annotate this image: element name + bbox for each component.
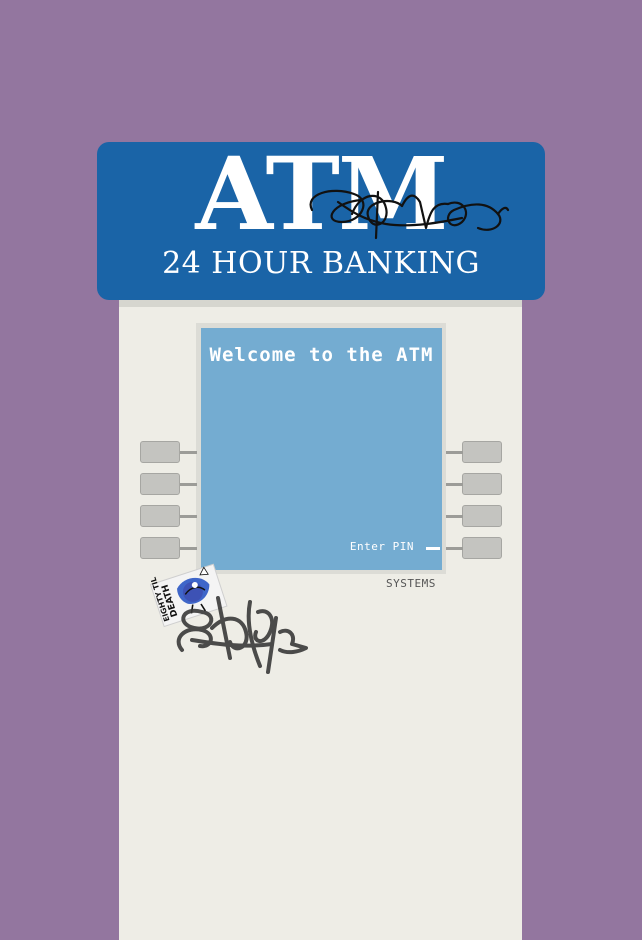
left-key-2[interactable]: [140, 473, 180, 495]
right-key-1[interactable]: [462, 441, 502, 463]
right-key-1-lead: [446, 451, 463, 454]
sign-shelf: [119, 300, 522, 307]
left-key-2-lead: [180, 483, 197, 486]
welcome-message: Welcome to the ATM: [209, 344, 434, 366]
left-key-3[interactable]: [140, 505, 180, 527]
enter-pin-pointer: [426, 547, 440, 550]
atm-sign: ATM 24 HOUR BANKING: [97, 142, 545, 300]
right-key-4-lead: [446, 547, 463, 550]
sign-subtitle: 24 HOUR BANKING: [162, 246, 480, 281]
graffiti-tag-icon: [309, 189, 510, 240]
left-key-4[interactable]: [140, 537, 180, 559]
brand-label: SYSTEMS: [386, 577, 436, 590]
right-key-2-lead: [446, 483, 463, 486]
atm-screen: Welcome to the ATM Enter PIN: [201, 328, 442, 570]
right-key-3-lead: [446, 515, 463, 518]
right-key-4-enter-pin[interactable]: [462, 537, 502, 559]
left-key-1[interactable]: [140, 441, 180, 463]
left-key-4-lead: [180, 547, 197, 550]
left-key-3-lead: [180, 515, 197, 518]
right-key-2[interactable]: [462, 473, 502, 495]
enter-pin-label: Enter PIN: [349, 540, 414, 553]
left-key-1-lead: [180, 451, 197, 454]
graffiti-tag-icon: [176, 596, 308, 674]
right-key-3[interactable]: [462, 505, 502, 527]
